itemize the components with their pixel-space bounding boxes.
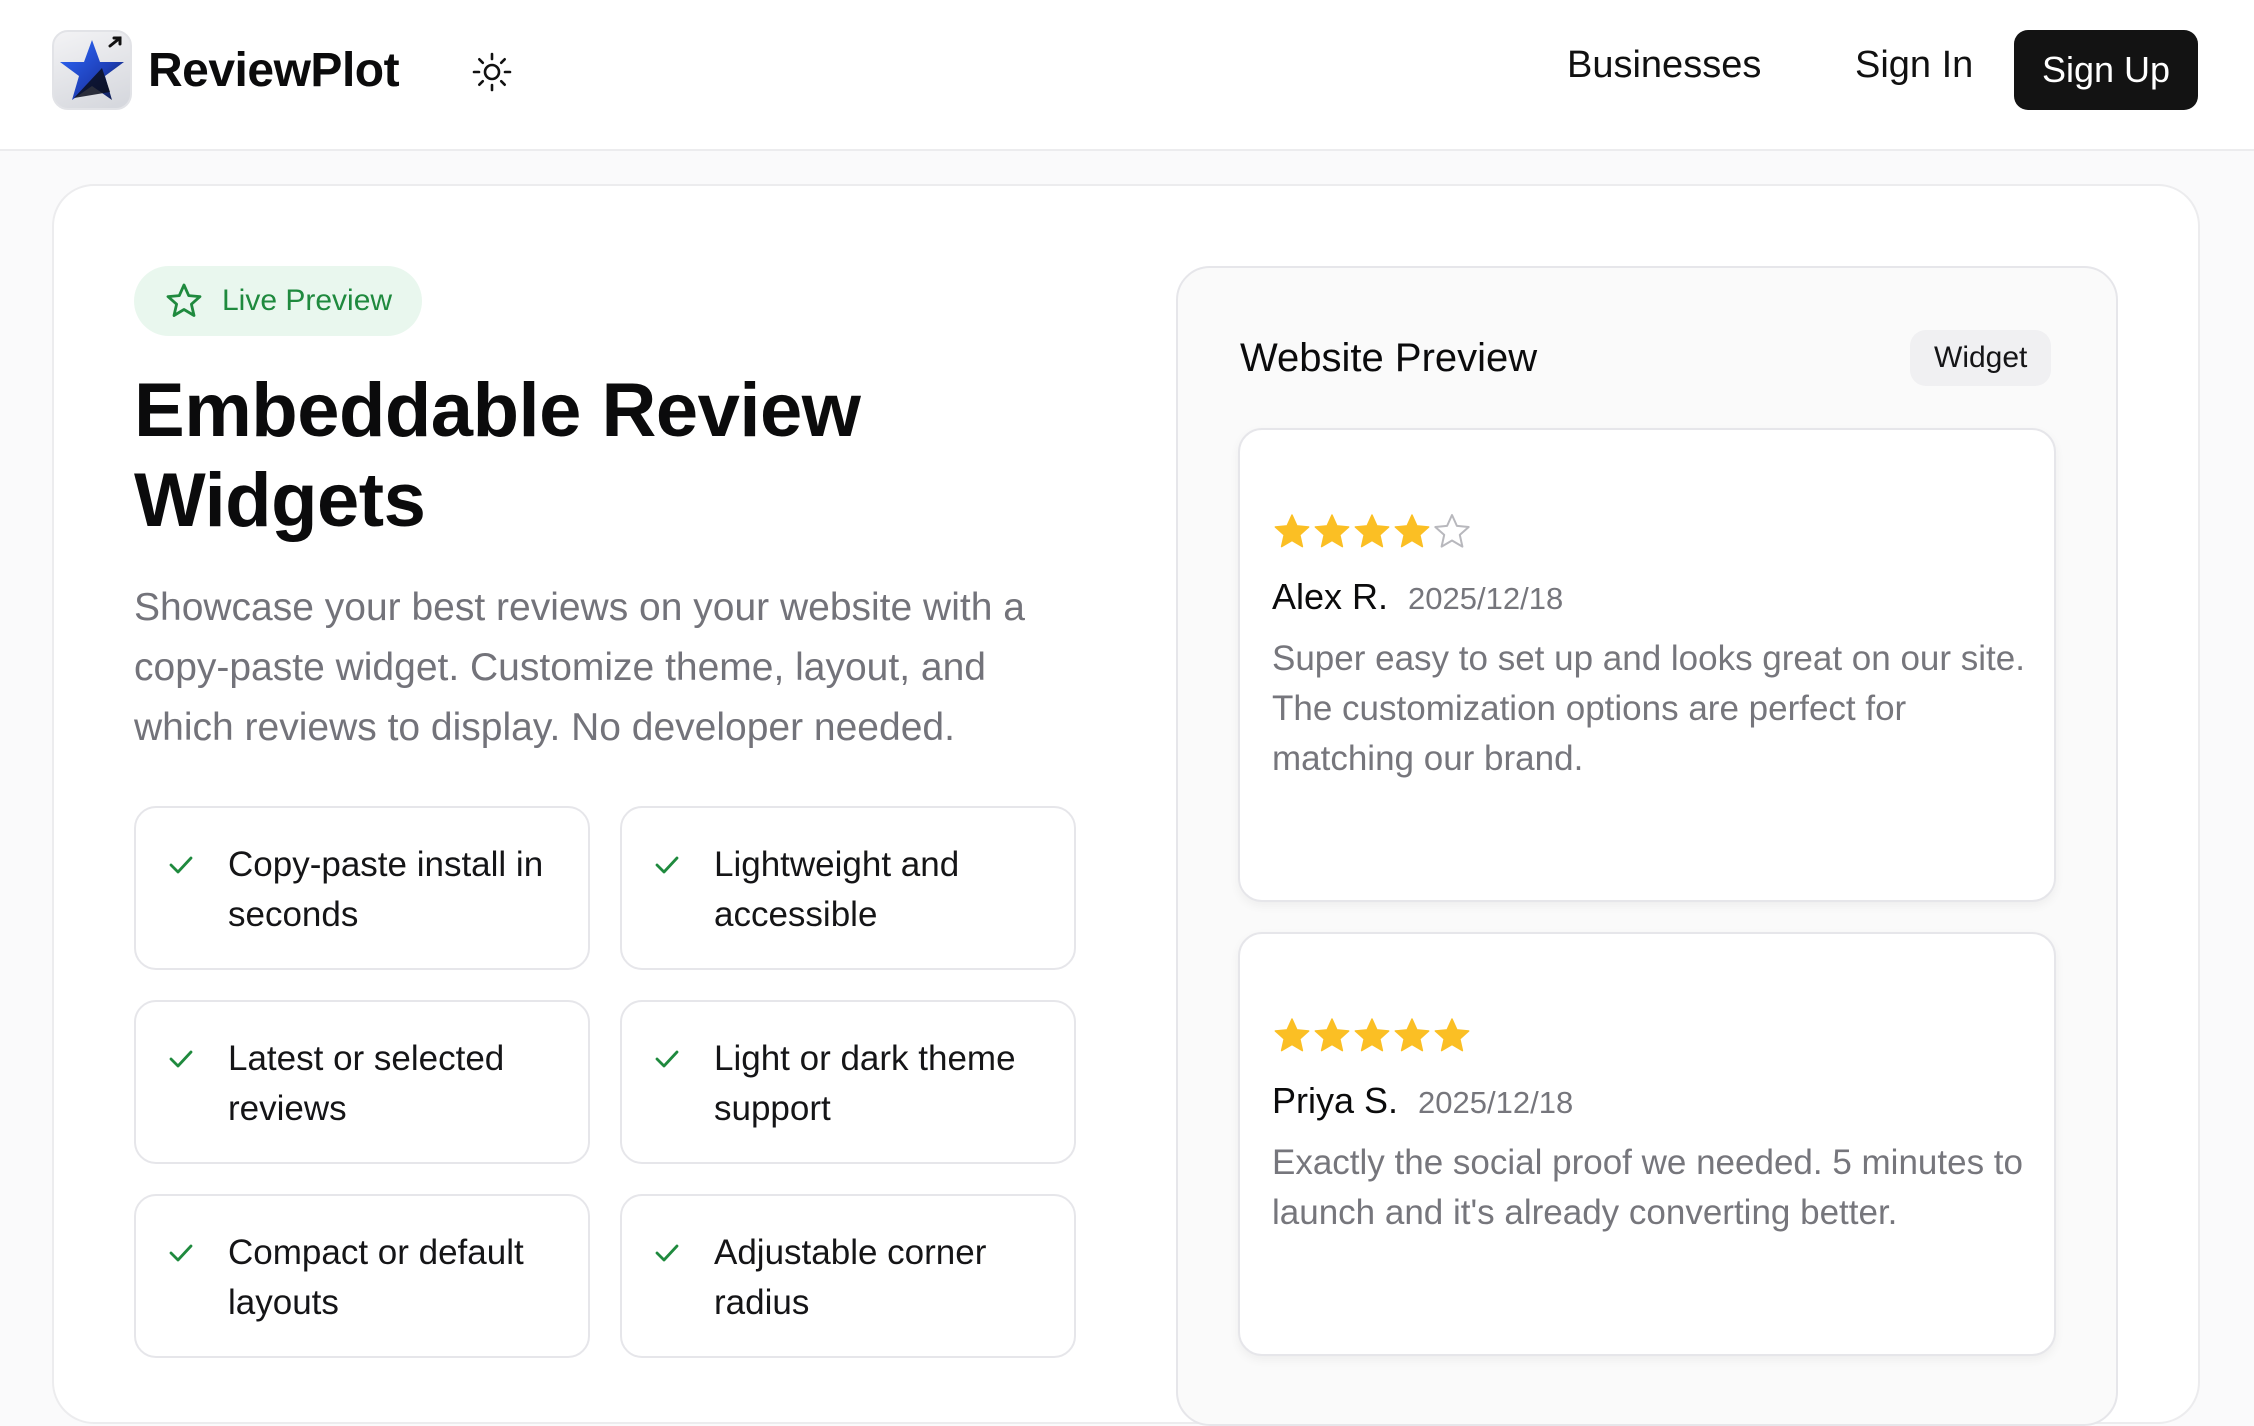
star-filled-icon [1274,514,1310,548]
nav-businesses-link[interactable]: Businesses [1567,44,1761,87]
review-card: Alex R. 2025/12/18 Super easy to set up … [1238,428,2056,902]
feature-label: Light or dark theme support [714,1039,1016,1128]
sign-up-button[interactable]: Sign Up [2014,30,2198,110]
reviewer-name: Priya S. [1272,1080,1399,1121]
star-filled-icon [1274,1018,1310,1052]
review-text: Exactly the social proof we needed. 5 mi… [1272,1143,2023,1232]
reviewer-info: Priya S. 2025/12/18 [1272,1080,1573,1122]
theme-toggle-button[interactable] [470,50,514,94]
feature-label: Latest or selected reviews [228,1039,505,1128]
brand-name: ReviewPlot [148,43,400,97]
star-filled-icon [1314,514,1350,548]
star-filled-icon [1394,514,1430,548]
feature-label: Lightweight and accessible [714,845,960,934]
feature-card: Latest or selected reviews [134,1000,590,1164]
nav-sign-in-link[interactable]: Sign In [1855,44,1973,87]
star-filled-icon [1394,1018,1430,1052]
check-icon [169,1050,193,1068]
feature-card: Copy-paste install in seconds [134,806,590,970]
star-filled-icon [1354,1018,1390,1052]
star-filled-icon [1434,1018,1470,1052]
reviewer-info: Alex R. 2025/12/18 [1272,576,1563,618]
live-preview-label: Live Preview [222,284,393,317]
check-icon [655,1050,679,1068]
top-navbar: ReviewPlot Businesses Sign In Sign Up [0,0,2254,151]
widget-tag: Widget [1910,330,2052,386]
star-rating [1272,512,1472,552]
reviewer-name: Alex R. [1272,576,1389,617]
star-filled-icon [1354,514,1390,548]
star-rating [1272,1016,1472,1056]
feature-card: Light or dark theme support [620,1000,1076,1164]
star-outline-icon [166,283,202,317]
feature-label: Copy-paste install in seconds [228,845,544,934]
star-logo-icon [52,30,132,110]
feature-label: Adjustable corner radius [714,1233,987,1322]
feature-card: Adjustable corner radius [620,1194,1076,1358]
page-title: Embeddable Review Widgets [134,368,861,543]
review-text: Super easy to set up and looks great on … [1272,639,2025,778]
feature-label: Compact or default layouts [228,1233,524,1322]
feature-card: Compact or default layouts [134,1194,590,1358]
preview-title: Website Preview [1240,336,1538,380]
review-card: Priya S. 2025/12/18 Exactly the social p… [1238,932,2056,1356]
check-icon [169,1244,193,1262]
review-date: 2025/12/18 [1418,1085,1574,1120]
star-empty-icon [1434,514,1470,548]
feature-card: Lightweight and accessible [620,806,1076,970]
check-icon [655,856,679,874]
sun-icon [472,52,512,92]
check-icon [655,1244,679,1262]
review-date: 2025/12/18 [1408,581,1564,616]
live-preview-badge: Live Preview [134,266,423,336]
star-filled-icon [1314,1018,1350,1052]
page-subtitle: Showcase your best reviews on your websi… [134,586,1025,749]
check-icon [169,856,193,874]
brand-logo-link[interactable]: ReviewPlot [52,30,400,110]
